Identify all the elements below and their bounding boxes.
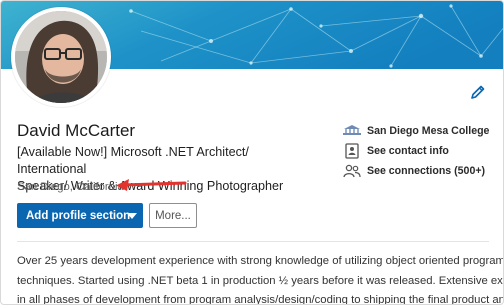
add-profile-section-label: Add profile section bbox=[26, 209, 131, 222]
contact-card-icon bbox=[343, 143, 361, 159]
summary-line-1: Over 25 years development experience wit… bbox=[17, 255, 503, 267]
headline-line-1: [Available Now!] Microsoft .NET Architec… bbox=[17, 145, 249, 176]
connections-link[interactable]: See connections (500+) bbox=[343, 161, 503, 181]
profile-side-links: San Diego Mesa College See contact info bbox=[343, 121, 503, 181]
profile-photo[interactable] bbox=[11, 7, 111, 107]
caret-down-icon[interactable] bbox=[123, 203, 141, 228]
school-logo-icon bbox=[343, 123, 361, 139]
profile-card: David McCarter [Available Now!] Microsof… bbox=[0, 0, 504, 305]
school-link[interactable]: San Diego Mesa College bbox=[343, 121, 503, 141]
section-divider bbox=[17, 241, 489, 242]
edit-intro-button[interactable] bbox=[467, 81, 489, 103]
annotation-arrow-icon bbox=[116, 179, 187, 191]
pencil-icon bbox=[471, 85, 485, 99]
summary-line-3: in all phases of development from progra… bbox=[17, 294, 503, 305]
contact-info-label: See contact info bbox=[367, 145, 449, 157]
add-profile-section-button[interactable]: Add profile section bbox=[17, 203, 143, 228]
profile-summary[interactable]: Over 25 years development experience wit… bbox=[17, 252, 503, 305]
more-button[interactable]: More... bbox=[149, 203, 197, 228]
school-name: San Diego Mesa College bbox=[367, 125, 490, 137]
connections-label: See connections (500+) bbox=[367, 165, 486, 177]
contact-info-link[interactable]: See contact info bbox=[343, 141, 503, 161]
summary-line-2: techniques. Started using .NET beta 1 in… bbox=[17, 274, 503, 287]
profile-location: San Diego, California bbox=[17, 181, 124, 193]
people-icon bbox=[343, 163, 361, 179]
profile-name: David McCarter bbox=[17, 121, 136, 140]
